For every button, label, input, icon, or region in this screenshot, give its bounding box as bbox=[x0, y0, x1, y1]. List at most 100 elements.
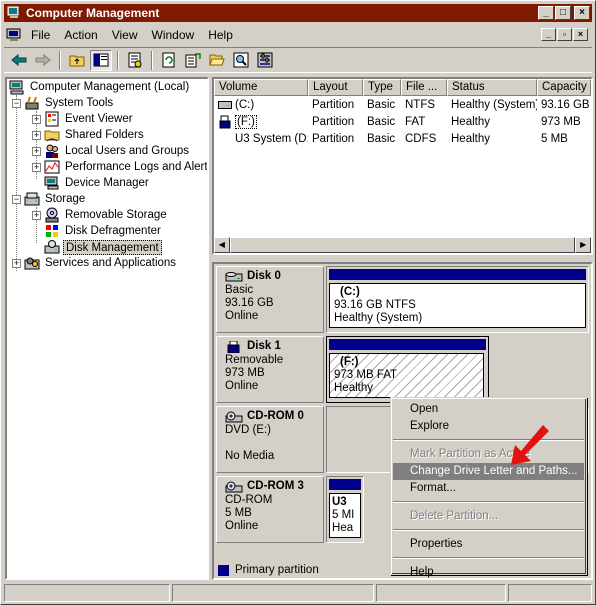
expand-toggle[interactable]: + bbox=[32, 162, 41, 172]
partition-f-selected[interactable]: (F:) 973 MB FAT Healthy bbox=[326, 336, 489, 403]
partition-title: (F:) bbox=[340, 356, 359, 368]
users-icon bbox=[46, 144, 58, 158]
cell-layout: Partition bbox=[312, 115, 355, 128]
menu-window[interactable]: Window bbox=[145, 25, 202, 45]
legend-label: Primary partition bbox=[235, 564, 319, 576]
tree-item-local-users[interactable]: + Local Users and Groups bbox=[32, 143, 191, 159]
tree-item-services-apps[interactable]: + Services and Applications bbox=[12, 255, 178, 271]
cell-capacity: 5 MB bbox=[541, 132, 568, 145]
export-list-icon[interactable] bbox=[182, 50, 204, 71]
open-icon[interactable] bbox=[206, 50, 228, 71]
column-layout[interactable]: Layout bbox=[308, 79, 363, 96]
expand-toggle[interactable]: + bbox=[32, 210, 41, 220]
horizontal-scrollbar[interactable]: ◀ ▶ bbox=[214, 237, 591, 253]
cdrom-0-info[interactable]: CD-ROM 0 DVD (E:) No Media bbox=[216, 406, 324, 473]
maximize-button[interactable]: □ bbox=[555, 6, 571, 20]
forward-icon[interactable] bbox=[32, 50, 54, 71]
partition-legend: Primary partition bbox=[218, 564, 319, 576]
disk-1-info[interactable]: Disk 1 Removable 973 MB Online bbox=[216, 336, 324, 403]
scroll-left-button[interactable]: ◀ bbox=[214, 237, 230, 253]
expand-toggle[interactable]: + bbox=[32, 130, 41, 140]
tree-item-removable-storage[interactable]: + Removable Storage bbox=[32, 207, 169, 223]
cell-capacity: 93.16 GB bbox=[541, 98, 590, 111]
menu-action[interactable]: Action bbox=[57, 25, 104, 45]
tree-item-perf-logs[interactable]: + Performance Logs and Alerts bbox=[32, 159, 207, 175]
menu-item-open[interactable]: Open bbox=[393, 401, 584, 418]
scroll-right-button[interactable]: ▶ bbox=[575, 237, 591, 253]
child-minimize-button[interactable]: _ bbox=[541, 28, 556, 41]
menu-item-change-drive-letter[interactable]: Change Drive Letter and Paths... bbox=[393, 463, 584, 480]
tree-label: Disk Defragmenter bbox=[65, 224, 161, 237]
tree-item-device-manager[interactable]: Device Manager bbox=[44, 175, 151, 191]
table-row[interactable]: (C:) Partition Basic NTFS Healthy (Syste… bbox=[214, 96, 591, 113]
menu-item-explore[interactable]: Explore bbox=[393, 418, 584, 435]
tree-item-shared-folders[interactable]: + Shared Folders bbox=[32, 127, 146, 143]
tree-item-disk-defragmenter[interactable]: Disk Defragmenter bbox=[44, 223, 163, 239]
column-file-system[interactable]: File ... bbox=[401, 79, 447, 96]
tree-item-event-viewer[interactable]: + Event Viewer bbox=[32, 111, 135, 127]
partition-title: U3 bbox=[332, 496, 347, 508]
table-row[interactable]: U3 System (D:) Partition Basic CDFS Heal… bbox=[214, 130, 591, 147]
scroll-thumb[interactable] bbox=[229, 237, 576, 253]
menu-separator bbox=[393, 529, 584, 531]
tree-root[interactable]: Computer Management (Local) bbox=[9, 79, 191, 95]
disk-0[interactable]: Disk 0 Basic 93.16 GB Online (C:) 93.16 … bbox=[216, 266, 589, 333]
disk-0-info[interactable]: Disk 0 Basic 93.16 GB Online bbox=[216, 266, 324, 333]
menu-item-format[interactable]: Format... bbox=[393, 480, 584, 497]
disk-1[interactable]: Disk 1 Removable 973 MB Online (F:) 973 … bbox=[216, 336, 588, 403]
menu-item-delete-partition[interactable]: Delete Partition... bbox=[393, 508, 584, 525]
menu-help[interactable]: Help bbox=[201, 25, 240, 45]
cell-layout: Partition bbox=[312, 132, 355, 145]
tree-item-storage[interactable]: − Storage bbox=[12, 191, 87, 207]
status-panel bbox=[4, 584, 170, 602]
partition-c[interactable]: (C:) 93.16 GB NTFS Healthy (System) bbox=[326, 266, 589, 333]
column-status[interactable]: Status bbox=[447, 79, 537, 96]
partition-u3[interactable]: U3 5 MI Hea bbox=[326, 476, 364, 543]
removable-disk-icon bbox=[227, 340, 240, 353]
column-volume[interactable]: Volume bbox=[214, 79, 308, 96]
minimize-button[interactable]: _ bbox=[538, 6, 554, 20]
column-type[interactable]: Type bbox=[363, 79, 401, 96]
up-folder-icon[interactable] bbox=[66, 50, 88, 71]
tools-icon bbox=[25, 96, 39, 110]
tree-item-disk-management[interactable]: Disk Management bbox=[44, 239, 162, 255]
menu-view[interactable]: View bbox=[105, 25, 145, 45]
properties-icon[interactable] bbox=[124, 50, 146, 71]
collapse-toggle[interactable]: − bbox=[12, 98, 21, 108]
volume-list[interactable]: Volume Layout Type File ... Status Capac… bbox=[212, 77, 593, 255]
show-hide-tree-icon[interactable] bbox=[90, 49, 112, 71]
toolbar bbox=[4, 47, 592, 73]
disk-management-icon bbox=[44, 240, 60, 254]
menu-item-mark-active[interactable]: Mark Partition as Active bbox=[393, 446, 584, 463]
menu-item-properties[interactable]: Properties bbox=[393, 536, 584, 553]
child-close-button[interactable]: × bbox=[573, 28, 588, 41]
title-bar[interactable]: Computer Management _ □ × bbox=[4, 4, 592, 22]
console-icon[interactable] bbox=[6, 27, 22, 43]
partition-size: 93.16 GB NTFS bbox=[334, 299, 416, 311]
menu-file[interactable]: File bbox=[24, 25, 57, 45]
window-title: Computer Management bbox=[26, 6, 160, 20]
expand-toggle[interactable]: + bbox=[12, 258, 21, 268]
table-row[interactable]: (F:) Partition Basic FAT Healthy 973 MB bbox=[214, 113, 591, 130]
column-capacity[interactable]: Capacity bbox=[537, 79, 591, 96]
child-restore-button[interactable]: ▫ bbox=[557, 28, 572, 41]
refresh-icon[interactable] bbox=[158, 50, 180, 71]
back-icon[interactable] bbox=[8, 50, 30, 71]
disk-kind: CD-ROM bbox=[225, 494, 273, 506]
menu-item-help[interactable]: Help bbox=[393, 564, 584, 581]
search-icon[interactable] bbox=[230, 50, 252, 71]
computer-management-window: Computer Management _ □ × File Action Vi… bbox=[0, 0, 596, 605]
tree-item-system-tools[interactable]: − System Tools bbox=[12, 95, 115, 111]
expand-toggle[interactable]: + bbox=[32, 146, 41, 156]
tree-label: Event Viewer bbox=[65, 112, 133, 125]
collapse-toggle[interactable]: − bbox=[12, 194, 21, 204]
settings-icon[interactable] bbox=[254, 50, 276, 71]
cdrom-3-info[interactable]: CD-ROM 3 CD-ROM 5 MB Online bbox=[216, 476, 324, 543]
red-arrow-annotation bbox=[511, 425, 549, 465]
disk-size: 973 MB bbox=[225, 367, 265, 379]
app-icon bbox=[7, 6, 19, 18]
disk-state: Online bbox=[225, 310, 259, 322]
close-button[interactable]: × bbox=[574, 6, 590, 20]
expand-toggle[interactable]: + bbox=[32, 114, 41, 124]
console-tree[interactable]: Computer Management (Local) − System Too… bbox=[5, 77, 209, 580]
